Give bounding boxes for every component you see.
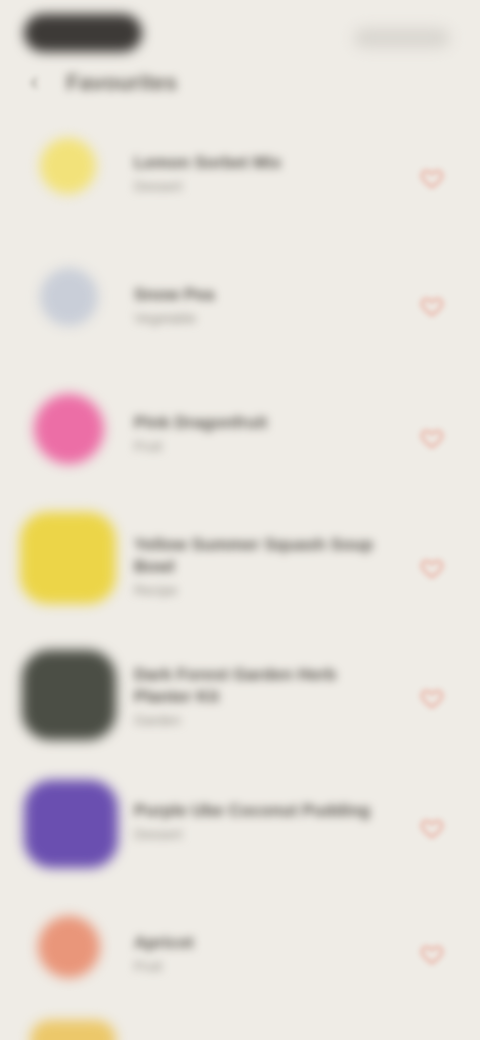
status-bar	[0, 10, 480, 52]
section-header: ‹ Favourites	[30, 62, 290, 106]
heart-outline-icon[interactable]	[420, 294, 444, 318]
item-subtitle: Dessert	[134, 178, 183, 194]
heart-outline-icon[interactable]	[420, 816, 444, 840]
item-thumbnail	[38, 916, 100, 978]
status-pill	[24, 14, 142, 52]
item-thumbnail	[34, 394, 104, 464]
favourites-list: Lemon Sorbet Mix Dessert Snow Pea Vegeta…	[0, 110, 480, 1020]
item-subtitle: Garden	[134, 712, 181, 728]
item-title: Apricot	[134, 933, 194, 952]
list-item[interactable]: Lemon Sorbet Mix Dessert	[0, 110, 480, 240]
item-title: Snow Pea	[134, 285, 215, 304]
item-subtitle: Dessert	[134, 826, 183, 842]
list-item[interactable]: Apricot Fruit	[0, 890, 480, 1020]
heart-outline-icon[interactable]	[420, 556, 444, 580]
item-title: Yellow Summer Squash Soup Bowl	[134, 535, 373, 576]
status-indicators	[354, 28, 450, 48]
item-title: Lemon Sorbet Mix	[134, 153, 282, 172]
heart-outline-icon[interactable]	[420, 166, 444, 190]
back-chevron-icon[interactable]: ‹	[30, 68, 56, 94]
item-thumbnail-partial	[30, 1020, 116, 1040]
list-item[interactable]: Purple Ube Coconut Pudding Dessert	[0, 760, 480, 890]
list-item[interactable]: Dark Forest Garden Herb Planter Kit Gard…	[0, 630, 480, 760]
item-subtitle: Vegetable	[134, 310, 197, 326]
page-title: Favourites	[66, 70, 178, 95]
item-thumbnail	[24, 780, 118, 868]
item-thumbnail	[40, 138, 96, 194]
item-thumbnail	[22, 650, 116, 740]
list-item[interactable]: Pink Dragonfruit Fruit	[0, 370, 480, 500]
favourites-screen: ‹ Favourites Lemon Sorbet Mix Dessert Sn…	[0, 0, 480, 1040]
item-thumbnail	[40, 268, 98, 326]
heart-outline-icon[interactable]	[420, 426, 444, 450]
item-title: Purple Ube Coconut Pudding	[134, 801, 371, 820]
item-subtitle: Fruit	[134, 958, 162, 974]
item-title: Dark Forest Garden Herb Planter Kit	[134, 665, 337, 706]
list-item[interactable]: Yellow Summer Squash Soup Bowl Recipe	[0, 500, 480, 630]
item-title: Pink Dragonfruit	[134, 413, 268, 432]
heart-outline-icon[interactable]	[420, 942, 444, 966]
item-subtitle: Fruit	[134, 438, 162, 454]
heart-outline-icon[interactable]	[420, 686, 444, 710]
item-thumbnail	[20, 512, 116, 604]
list-item[interactable]: Snow Pea Vegetable	[0, 240, 480, 370]
item-subtitle: Recipe	[134, 582, 178, 598]
